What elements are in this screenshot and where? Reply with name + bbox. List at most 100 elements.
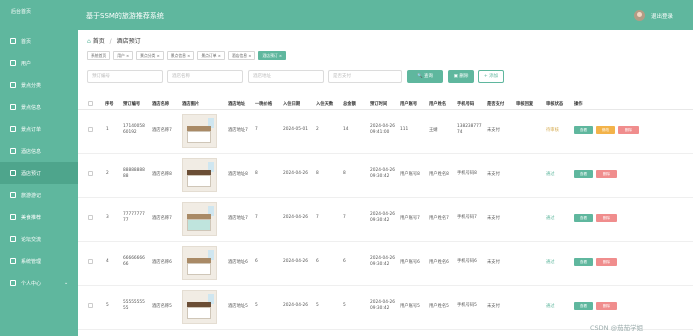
cell-total: 14 — [343, 127, 349, 132]
sidebar-item-hotel-booking[interactable]: 酒店预订 — [0, 162, 78, 184]
user-icon — [10, 60, 16, 66]
cell-hotel-name: 酒店名称8 — [152, 172, 172, 177]
site-title: 基于SSM的旅游推荐系统 — [86, 12, 164, 20]
delete-button[interactable]: 删除 — [596, 170, 617, 178]
bed-shape — [187, 175, 211, 187]
cell-days: 5 — [316, 303, 319, 308]
booking-icon — [10, 170, 16, 176]
sidebar-item-hotel-info[interactable]: 酒店信息 — [0, 140, 78, 162]
view-button[interactable]: 查看 — [574, 214, 593, 222]
cell-checkin-date: 2024-04-26 — [283, 215, 308, 220]
cell-total: 5 — [343, 303, 346, 308]
row-checkbox[interactable] — [88, 127, 93, 132]
cell-price: 5 — [255, 303, 258, 308]
cell-no: 3 — [106, 215, 109, 220]
row-checkbox[interactable] — [88, 171, 93, 176]
admin-home-logo[interactable]: 后台首页 — [11, 8, 31, 15]
sidebar-item-home[interactable]: 首页 — [0, 30, 78, 52]
main-content: ⌂ 首页 / 酒店预订 系统首页 用户 × 景点分类 × 景点信息 × 景点订单… — [78, 30, 693, 336]
sidebar-item-spot-category[interactable]: 景点分类 — [0, 74, 78, 96]
sidebar-item-label: 用户 — [21, 61, 32, 67]
logout-button[interactable]: 退出登录 — [651, 12, 673, 20]
row-checkbox[interactable] — [88, 259, 93, 264]
view-button-label: 查看 — [579, 128, 588, 132]
delete-button[interactable]: 删除 — [596, 258, 617, 266]
delete-button[interactable]: 删除 — [596, 214, 617, 222]
batch-delete-button[interactable]: ▣ 删除 — [448, 70, 474, 83]
breadcrumb-home[interactable]: 首页 — [93, 38, 105, 45]
cell-username: 用户姓名8 — [429, 172, 449, 177]
sidebar-item-profile[interactable]: 个人中心 ⌄ — [0, 272, 78, 294]
view-button-label: 查看 — [579, 304, 588, 308]
cell-booking-time: 2024-04-26 09:30:42 — [370, 256, 395, 268]
cell-status: 通过 — [546, 172, 555, 177]
sidebar-item-forum[interactable]: 论坛交流 — [0, 228, 78, 250]
cell-no: 2 — [106, 171, 109, 176]
cell-phone-line: 手机号码6 — [457, 259, 477, 264]
tab-hotel-info[interactable]: 酒店信息 × — [227, 51, 256, 60]
paid-select[interactable]: 是否支付 — [328, 70, 402, 83]
cell-phone-line: 74 — [457, 130, 463, 135]
cell-status: 通过 — [546, 304, 555, 309]
profile-icon — [10, 280, 16, 286]
cell-paid: 未支付 — [487, 260, 500, 265]
sidebar-item-spot-info[interactable]: 景点信息 — [0, 96, 78, 118]
cell-account: 用户账号5 — [400, 304, 420, 309]
query-button[interactable]: 🔍 查询 — [407, 70, 443, 83]
cell-total: 7 — [343, 215, 346, 220]
sidebar-item-food[interactable]: 美食推荐 — [0, 206, 78, 228]
hotel-address-select[interactable]: 酒店地址 — [248, 70, 324, 83]
home-icon: ⌂ — [87, 38, 91, 45]
cell-paid: 未支付 — [487, 128, 500, 133]
tab-spot-category[interactable]: 景点分类 × — [136, 51, 164, 60]
cell-hotel-name: 酒店名称5 — [152, 304, 172, 309]
sidebar-item-travel-notes[interactable]: 旅游游记 — [0, 184, 78, 206]
view-button[interactable]: 查看 — [574, 126, 593, 134]
delete-button[interactable]: 删除 — [618, 126, 639, 134]
view-button[interactable]: 查看 — [574, 170, 593, 178]
sidebar-item-spot-order[interactable]: 景点订单 — [0, 118, 78, 140]
tab-user[interactable]: 用户 × — [113, 51, 134, 60]
tab-spot-order[interactable]: 景点订单 × — [197, 51, 225, 60]
tab-hotel-booking[interactable]: 酒店预订 × — [258, 51, 287, 60]
cell-checkin-date: 2024-05-01 — [283, 127, 308, 132]
cell-booking-no: 88888888 88 — [123, 168, 145, 180]
tab-spot-info[interactable]: 景点信息 × — [166, 51, 195, 60]
booking-no-input[interactable]: 预订编号 — [87, 70, 163, 83]
breadcrumb-current: 酒店预订 — [116, 38, 141, 45]
cell-booking-no-line: 55 — [123, 306, 129, 311]
cell-username: 用户姓名6 — [429, 260, 449, 265]
delete-button[interactable]: 删除 — [596, 302, 617, 310]
row-checkbox[interactable] — [88, 215, 93, 220]
cell-hotel-address: 酒店地址8 — [228, 172, 248, 177]
cell-booking-time-line: 09:30:42 — [370, 218, 390, 223]
cell-total: 8 — [343, 171, 346, 176]
hotel-name-input[interactable]: 酒店名称 — [167, 70, 243, 83]
cell-booking-no-line: 60192 — [123, 130, 137, 135]
view-button[interactable]: 查看 — [574, 302, 593, 310]
bed-shape — [187, 263, 211, 275]
th-total: 总金额 — [343, 102, 356, 107]
tab-bar: 系统首页 用户 × 景点分类 × 景点信息 × 景点订单 × 酒店信息 × 酒店… — [87, 51, 287, 60]
cell-checkin-date: 2024-04-26 — [283, 171, 308, 176]
add-button[interactable]: + 添加 — [478, 70, 504, 83]
view-button[interactable]: 查看 — [574, 258, 593, 266]
hotel-icon — [10, 148, 16, 154]
breadcrumb: ⌂ 首页 / 酒店预订 — [87, 36, 141, 45]
sidebar-item-user[interactable]: 用户 — [0, 52, 78, 74]
cell-hotel-name: 酒店名称6 — [152, 260, 172, 265]
sidebar-item-system[interactable]: 系统管理 — [0, 250, 78, 272]
cell-booking-no: 77777777 77 — [123, 212, 145, 224]
row-checkbox[interactable] — [88, 303, 93, 308]
cell-status: 通过 — [546, 260, 555, 265]
delete-label: 删除 — [459, 74, 469, 79]
select-all-checkbox[interactable] — [88, 101, 93, 106]
edit-button[interactable]: 修改 — [596, 126, 615, 134]
tab-dashboard[interactable]: 系统首页 — [87, 51, 111, 60]
cell-booking-time-line: 09:30:42 — [370, 306, 390, 311]
hotel-image — [182, 158, 217, 192]
cell-phone-line: 手机号码8 — [457, 171, 477, 176]
cell-account: 用户账号7 — [400, 216, 420, 221]
avatar[interactable] — [634, 10, 645, 21]
delete-button-label: 删除 — [602, 260, 611, 264]
